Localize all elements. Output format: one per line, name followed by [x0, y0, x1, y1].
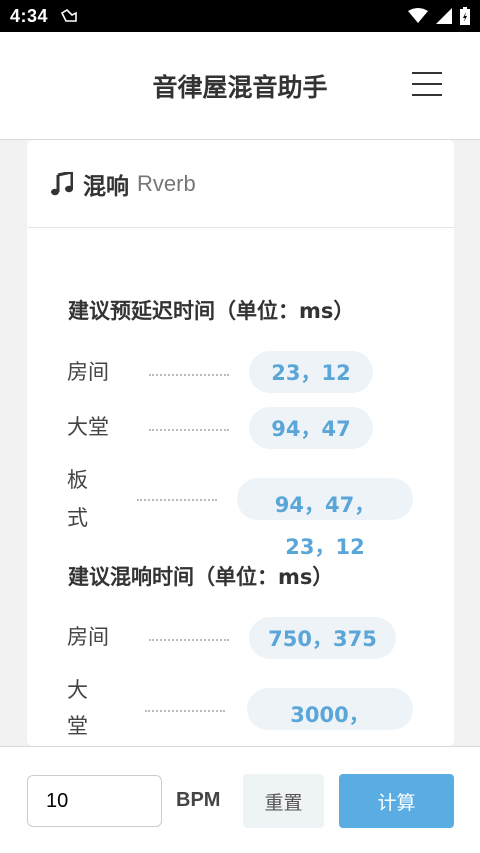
- predelay-plate-label-top: 板: [67, 468, 88, 492]
- menu-button[interactable]: [412, 72, 442, 96]
- status-time: 4:34: [10, 5, 49, 26]
- card-subtitle: Rverb: [137, 170, 196, 196]
- card-header: 混响 Rverb: [27, 140, 454, 228]
- wifi-icon: [408, 8, 428, 23]
- notification-icon: [60, 9, 77, 22]
- dotted-leader: [149, 374, 229, 376]
- bottom-bar: BPM 重置 计算: [0, 746, 480, 853]
- dotted-leader: [149, 429, 229, 431]
- predelay-plate-label-bottom: 式: [67, 506, 88, 530]
- app-title: 音律屋混音助手: [152, 73, 328, 102]
- reverb-room-value: 750，375: [249, 617, 396, 659]
- dotted-leader: [137, 499, 217, 501]
- reverb-card: 混响 Rverb 建议预延迟时间（单位：ms） 房间 23，12 大堂 94，4…: [27, 140, 454, 746]
- predelay-hall-label: 大堂: [67, 415, 109, 439]
- dotted-leader: [149, 639, 229, 641]
- signal-icon: [436, 8, 452, 24]
- predelay-room-label: 房间: [67, 360, 109, 384]
- reverb-time-title: 建议混响时间（单位：ms）: [68, 565, 334, 589]
- reverb-hall-label-top: 大: [67, 678, 88, 702]
- reverb-room-label: 房间: [67, 625, 109, 649]
- predelay-title: 建议预延迟时间（单位：ms）: [68, 299, 355, 323]
- predelay-hall-value: 94，47: [249, 407, 373, 449]
- bpm-input[interactable]: [27, 775, 162, 827]
- reset-button[interactable]: 重置: [243, 774, 324, 828]
- dotted-leader: [145, 710, 225, 712]
- card-title: 混响: [83, 173, 129, 200]
- predelay-room-value: 23，12: [249, 351, 373, 393]
- battery-icon: [460, 7, 470, 25]
- predelay-plate-value: 94，47，23，12: [237, 478, 413, 559]
- calculate-button[interactable]: 计算: [339, 774, 454, 828]
- status-bar: 4:34: [0, 0, 480, 32]
- bpm-label: BPM: [176, 789, 221, 811]
- app-header: 音律屋混音助手: [0, 32, 480, 140]
- music-note-icon: [51, 171, 73, 195]
- reverb-hall-label-bottom: 堂: [67, 714, 88, 738]
- reverb-hall-value: 3000，1500: [247, 688, 413, 746]
